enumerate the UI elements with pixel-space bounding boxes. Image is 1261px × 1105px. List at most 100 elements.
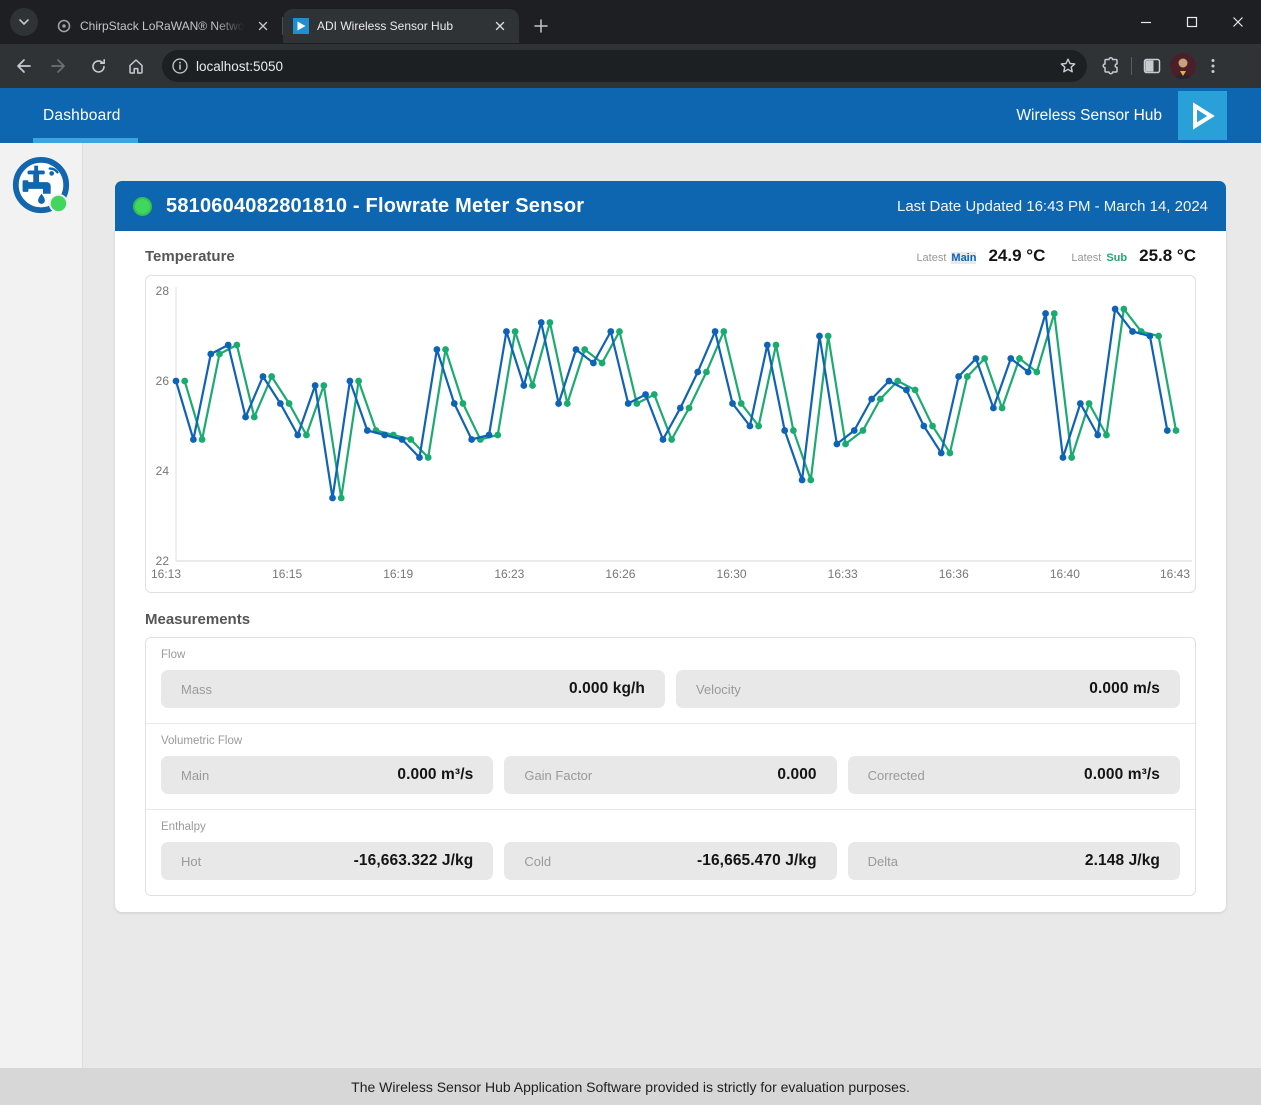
temperature-title: Temperature [145, 248, 235, 265]
temperature-chart: 2826242216:1316:1516:1916:2316:2616:3016… [145, 275, 1196, 593]
footer-disclaimer: The Wireless Sensor Hub Application Soft… [0, 1068, 1261, 1105]
back-arrow-icon [13, 57, 31, 75]
measurement-pill-velocity: Velocity0.000 m/s [676, 670, 1180, 708]
back-button[interactable] [6, 50, 38, 82]
tab-close-icon[interactable] [254, 17, 272, 35]
kebab-menu-icon[interactable] [1204, 57, 1222, 75]
svg-text:22: 22 [156, 554, 170, 568]
profile-avatar[interactable] [1170, 53, 1196, 79]
data-point-main [207, 351, 214, 358]
data-point-main [1042, 310, 1049, 317]
data-point-main [903, 387, 910, 394]
data-point-sub [860, 427, 867, 434]
data-point-sub [338, 495, 345, 502]
data-point-sub [512, 328, 519, 335]
svg-text:16:26: 16:26 [605, 567, 635, 581]
data-point-sub [442, 346, 449, 353]
temperature-chart-canvas: 2826242216:1316:1516:1916:2316:2616:3016… [146, 276, 1196, 592]
latest-main-value: 24.9 °C [988, 246, 1045, 266]
close-icon [1232, 16, 1244, 28]
extensions-icon[interactable] [1101, 56, 1121, 76]
reload-button[interactable] [82, 50, 114, 82]
svg-text:16:19: 16:19 [383, 567, 413, 581]
nav-item-dashboard[interactable]: Dashboard [33, 88, 131, 143]
close-window-button[interactable] [1215, 0, 1261, 44]
measurement-pill-delta: Delta2.148 J/kg [848, 842, 1180, 880]
last-updated-text: Last Date Updated 16:43 PM - March 14, 2… [897, 198, 1208, 215]
measurement-name: Main [181, 768, 209, 783]
data-point-sub [286, 400, 293, 407]
data-point-main [312, 382, 319, 389]
data-point-sub [1033, 369, 1040, 376]
sensor-card-body: Temperature Latest Main 24.9 °C Latest S… [115, 231, 1226, 912]
data-point-sub [842, 441, 849, 448]
data-point-main [833, 441, 840, 448]
minimize-button[interactable] [1123, 0, 1169, 44]
data-point-main [503, 328, 510, 335]
data-point-sub [738, 400, 745, 407]
svg-text:16:30: 16:30 [717, 567, 747, 581]
measurement-group: EnthalpyHot-16,663.322 J/kgCold-16,665.4… [146, 809, 1195, 895]
tab-search-button[interactable] [10, 8, 38, 36]
data-point-main [347, 378, 354, 385]
data-point-sub [651, 391, 658, 398]
data-point-sub [233, 342, 240, 349]
reload-icon [90, 58, 107, 75]
data-point-main [781, 427, 788, 434]
new-tab-button[interactable] [527, 12, 555, 40]
svg-text:16:40: 16:40 [1050, 567, 1080, 581]
maximize-button[interactable] [1169, 0, 1215, 44]
data-point-sub [703, 369, 710, 376]
svg-text:16:15: 16:15 [272, 567, 302, 581]
tab-adi-wireless-sensor-hub[interactable]: ADI Wireless Sensor Hub [283, 9, 519, 43]
url-bar[interactable]: localhost:5050 [162, 50, 1087, 82]
data-point-sub [755, 423, 762, 430]
data-point-main [364, 427, 371, 434]
data-point-main [1164, 427, 1171, 434]
data-point-main [677, 405, 684, 412]
data-point-main [173, 378, 180, 385]
tab-close-icon[interactable] [491, 17, 509, 35]
sensor-title: 5810604082801810 - Flowrate Meter Sensor [166, 195, 584, 218]
svg-text:16:43: 16:43 [1160, 567, 1190, 581]
measurement-value: -16,663.322 J/kg [354, 852, 474, 870]
data-point-main [920, 423, 927, 430]
maximize-icon [1186, 16, 1198, 28]
measurement-group-label: Enthalpy [161, 821, 1180, 833]
data-point-main [1025, 369, 1032, 376]
latest-label: Latest [1071, 252, 1101, 264]
svg-text:16:33: 16:33 [828, 567, 858, 581]
svg-text:16:13: 16:13 [151, 567, 181, 581]
data-point-sub [947, 450, 954, 457]
adi-triangle-icon [1188, 101, 1218, 131]
tab-chirpstack[interactable]: ChirpStack LoRaWAN® Networ [46, 9, 282, 43]
latest-label: Latest [916, 252, 946, 264]
data-point-sub [912, 387, 919, 394]
latest-sub-readout: Latest Sub 25.8 °C [1071, 246, 1196, 266]
data-point-main [451, 400, 458, 407]
measurement-group: Volumetric FlowMain0.000 m³/sGain Factor… [146, 723, 1195, 809]
home-button[interactable] [120, 50, 152, 82]
data-point-main [694, 369, 701, 376]
data-point-sub [773, 342, 780, 349]
browser-titlebar: ChirpStack LoRaWAN® Networ ADI Wireless … [0, 0, 1261, 44]
flowrate-sensor-logo-icon[interactable] [10, 153, 72, 219]
svg-text:16:36: 16:36 [939, 567, 969, 581]
bookmark-star-icon[interactable] [1059, 57, 1077, 75]
measurement-pill-hot: Hot-16,663.322 J/kg [161, 842, 493, 880]
data-point-main [886, 378, 893, 385]
url-text[interactable]: localhost:5050 [196, 59, 1059, 74]
data-point-sub [929, 423, 936, 430]
side-panel-icon[interactable] [1142, 56, 1162, 76]
data-point-main [990, 405, 997, 412]
data-point-main [433, 346, 440, 353]
data-point-sub [460, 400, 467, 407]
data-point-sub [407, 436, 414, 443]
data-point-sub [581, 346, 588, 353]
data-point-sub [720, 328, 727, 335]
data-point-main [607, 328, 614, 335]
forward-button[interactable] [44, 50, 76, 82]
tab-title: ChirpStack LoRaWAN® Networ [80, 19, 248, 33]
data-point-main [747, 423, 754, 430]
adi-logo[interactable] [1178, 91, 1227, 140]
